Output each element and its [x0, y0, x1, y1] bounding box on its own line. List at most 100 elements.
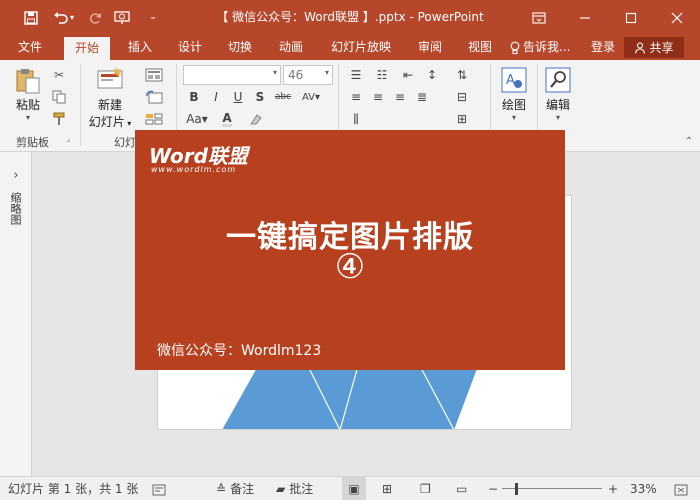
clear-formatting-icon[interactable] — [246, 110, 266, 128]
paste-button[interactable]: 粘贴 ▾ — [8, 66, 48, 122]
character-spacing-icon[interactable]: AV▾ — [296, 88, 326, 106]
tab-home[interactable]: 开始 — [64, 37, 110, 60]
person-icon — [635, 41, 646, 54]
change-case-icon[interactable]: Aa▾ — [184, 110, 210, 128]
drawing-button[interactable]: A 绘图 ▾ — [496, 66, 532, 122]
notes-button[interactable]: ≙ 备注 — [216, 477, 254, 500]
font-name-dropdown-icon[interactable]: ▾ — [273, 68, 277, 77]
tell-me-text: 告诉我... — [523, 40, 571, 54]
thumbnail-panel-caption: 缩略图 — [9, 192, 22, 225]
new-slide-label-2: 幻灯片 — [88, 115, 125, 129]
zoom-level[interactable]: 33% — [630, 477, 657, 500]
share-label: 共享 — [649, 41, 674, 55]
group-label-slides: 幻灯 — [114, 136, 136, 149]
spell-check-icon[interactable] — [152, 477, 166, 500]
wechat-account: 微信公众号：Wordlm123 — [157, 343, 322, 359]
zoom-slider[interactable] — [502, 477, 602, 500]
zoom-out-icon[interactable]: − — [488, 477, 498, 500]
text-direction-icon[interactable]: ⇅ — [452, 66, 472, 84]
editing-label: 编辑 — [545, 98, 570, 112]
underline-icon[interactable]: U — [228, 88, 248, 106]
smartart-icon[interactable]: ⊞ — [452, 110, 472, 128]
font-name-combobox[interactable]: ▾ — [183, 65, 281, 85]
maximize-icon[interactable] — [608, 0, 654, 35]
tell-me-box[interactable]: 告诉我... — [510, 35, 582, 60]
slideshow-view-icon[interactable]: ▭ — [456, 477, 467, 500]
tab-insert[interactable]: 插入 — [118, 35, 162, 60]
layout-icon[interactable] — [142, 66, 166, 84]
decrease-indent-icon[interactable]: ⇤ — [398, 66, 418, 84]
thumbnail-panel: › 缩略图 — [0, 152, 32, 476]
paste-dropdown-icon[interactable]: ▾ — [8, 113, 48, 122]
close-icon[interactable] — [654, 0, 700, 35]
slide-sorter-icon[interactable]: ⊞ — [382, 477, 392, 500]
document-title: 【 微信公众号：Word联盟 】.pptx - PowerPoint — [216, 10, 484, 24]
tab-view[interactable]: 视图 — [458, 35, 502, 60]
new-slide-button[interactable]: 新建 幻灯片 ▾ — [86, 66, 134, 130]
reading-view-icon[interactable]: ❐ — [420, 477, 431, 500]
section-icon[interactable] — [142, 110, 166, 128]
clipboard-launcher-icon[interactable]: ⌟ — [66, 134, 70, 144]
align-center-icon[interactable]: ≡ — [368, 88, 388, 106]
editing-button[interactable]: 编辑 ▾ — [540, 66, 576, 122]
align-text-icon[interactable]: ⊟ — [452, 88, 472, 106]
undo-dropdown-icon[interactable]: ▾ — [66, 0, 78, 35]
text-shadow-icon[interactable]: S — [250, 88, 270, 106]
drawing-dropdown-icon[interactable]: ▾ — [496, 113, 532, 122]
zoom-in-icon[interactable]: + — [608, 477, 618, 500]
svg-text:A: A — [506, 73, 515, 88]
ribbon-tab-bar: 文件 开始 插入 设计 切换 动画 幻灯片放映 审阅 视图 告诉我... 登录 … — [0, 35, 700, 60]
save-icon[interactable] — [18, 0, 44, 35]
slide-counter: 幻灯片 第 1 张，共 1 张 — [8, 482, 139, 496]
editing-dropdown-icon[interactable]: ▾ — [540, 113, 576, 122]
normal-view-icon[interactable]: ▣ — [342, 477, 366, 500]
collapse-ribbon-icon[interactable]: ⌃ — [680, 132, 698, 150]
new-slide-dropdown-icon[interactable]: ▾ — [125, 119, 131, 128]
ribbon-display-options-icon[interactable] — [516, 0, 562, 35]
logo-url: www.wordlm.com — [151, 165, 237, 174]
strikethrough-icon[interactable]: abc — [272, 88, 294, 106]
find-icon — [543, 66, 573, 94]
align-left-icon[interactable]: ≡ — [346, 88, 366, 106]
comments-button[interactable]: ▰ 批注 — [276, 477, 313, 500]
fit-to-window-icon[interactable] — [674, 477, 688, 500]
tab-transitions[interactable]: 切换 — [218, 35, 262, 60]
notes-icon: ≙ — [216, 482, 227, 496]
comments-label: 批注 — [289, 482, 314, 496]
drawing-label: 绘图 — [501, 98, 526, 112]
font-size-value: 46 — [288, 68, 304, 82]
font-size-dropdown-icon[interactable]: ▾ — [325, 68, 329, 77]
bold-icon[interactable]: B — [184, 88, 204, 106]
tab-review[interactable]: 审阅 — [408, 35, 452, 60]
customize-qat-icon[interactable]: ₌ — [140, 0, 166, 35]
promo-overlay: Word联盟 www.wordlm.com 一键搞定图片排版 ④ 微信公众号：W… — [135, 130, 565, 370]
copy-icon[interactable] — [50, 88, 68, 106]
numbering-icon[interactable]: ☷ — [372, 66, 392, 84]
font-color-icon[interactable]: A — [216, 110, 238, 128]
title-bar: ▾ ₌ 【 微信公众号：Word联盟 】.pptx - PowerPoint — [0, 0, 700, 35]
font-size-combobox[interactable]: 46 ▾ — [283, 65, 333, 85]
italic-icon[interactable]: I — [206, 88, 226, 106]
tab-animations[interactable]: 动画 — [268, 35, 314, 60]
zoom-slider-thumb[interactable] — [515, 483, 518, 495]
bullets-icon[interactable]: ☰ — [346, 66, 366, 84]
reset-icon[interactable] — [142, 88, 166, 106]
justify-icon[interactable]: ≣ — [412, 88, 432, 106]
new-slide-label-1: 新建 — [97, 98, 122, 112]
cut-icon[interactable]: ✂ — [50, 66, 68, 84]
format-painter-icon[interactable] — [50, 110, 68, 128]
tab-file[interactable]: 文件 — [8, 35, 52, 60]
tab-design[interactable]: 设计 — [168, 35, 212, 60]
start-slideshow-icon[interactable] — [110, 0, 136, 35]
columns-icon[interactable]: ⫼ — [346, 110, 366, 128]
align-right-icon[interactable]: ≡ — [390, 88, 410, 106]
minimize-icon[interactable] — [562, 0, 608, 35]
sign-in-link[interactable]: 登录 — [586, 35, 620, 60]
paste-label: 粘贴 — [15, 98, 40, 112]
status-bar: 幻灯片 第 1 张，共 1 张 ≙ 备注 ▰ 批注 ▣ ⊞ ❐ ▭ − + 33… — [0, 476, 700, 500]
line-spacing-icon[interactable]: ↕ — [422, 66, 442, 84]
expand-panel-icon[interactable]: › — [7, 166, 25, 184]
share-button[interactable]: 共享 — [624, 37, 684, 58]
tab-slideshow[interactable]: 幻灯片放映 — [324, 35, 398, 60]
redo-icon[interactable] — [82, 0, 108, 35]
